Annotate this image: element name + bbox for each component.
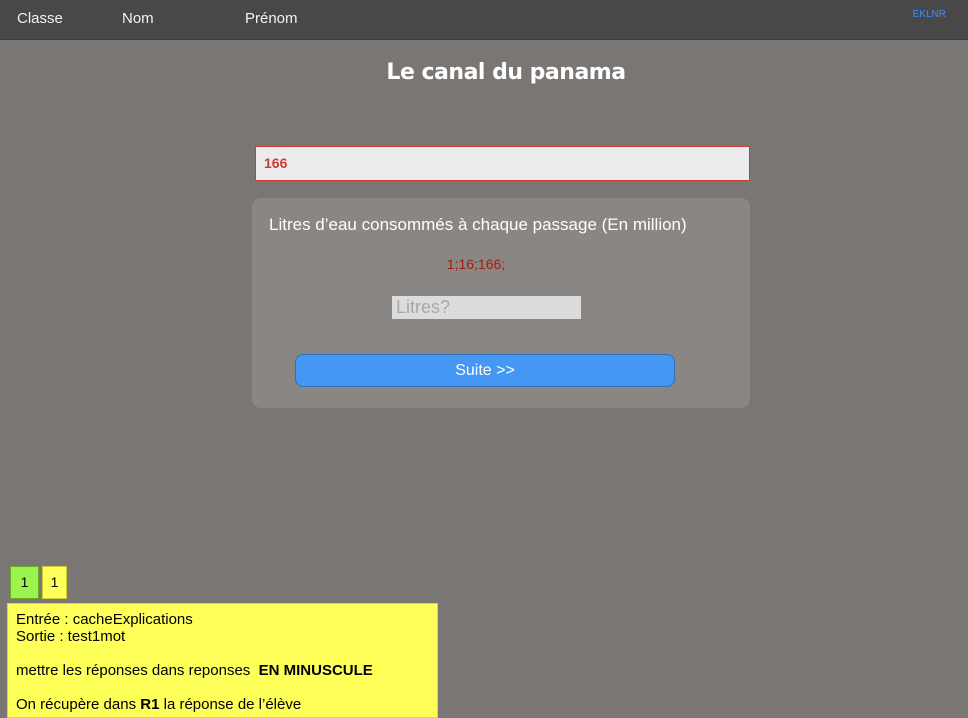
notes-instruction: mettre les réponses dans reponses EN MIN… (16, 662, 429, 679)
notes-r1-post: la réponse de l’élève (159, 696, 302, 713)
litres-input[interactable] (392, 296, 581, 319)
notes-instruction-text: mettre les réponses dans reponses (16, 662, 259, 679)
question-text: Litres d’eau consommés à chaque passage … (269, 215, 687, 234)
notes-panel: Entrée : cacheExplications Sortie : test… (7, 603, 438, 718)
answer-display: 166 (255, 146, 750, 181)
page-title: Le canal du panama (386, 60, 626, 85)
suite-button[interactable]: Suite >> (295, 354, 675, 387)
notes-r1-bold: R1 (140, 696, 160, 713)
notes-r1: On récupère dans R1 la réponse de l’élèv… (16, 696, 429, 713)
badge-green[interactable]: 1 (10, 566, 39, 599)
question-card: Litres d’eau consommés à chaque passage … (252, 198, 750, 408)
code-link[interactable]: EKLNR (913, 9, 946, 20)
nom-label: Nom (122, 10, 154, 27)
classe-label: Classe (17, 10, 63, 27)
badge-yellow[interactable]: 1 (42, 566, 67, 599)
notes-r1-pre: On récupère dans (16, 696, 141, 713)
notes-entree: Entrée : cacheExplications (16, 611, 193, 628)
notes-sortie: Sortie : test1mot (16, 628, 126, 645)
notes-instruction-bold: EN MINUSCULE (258, 662, 373, 679)
answer-hint: 1;16;166; (446, 256, 506, 272)
top-bar: Classe Nom Prénom EKLNR (0, 0, 968, 40)
prenom-label: Prénom (245, 10, 298, 27)
